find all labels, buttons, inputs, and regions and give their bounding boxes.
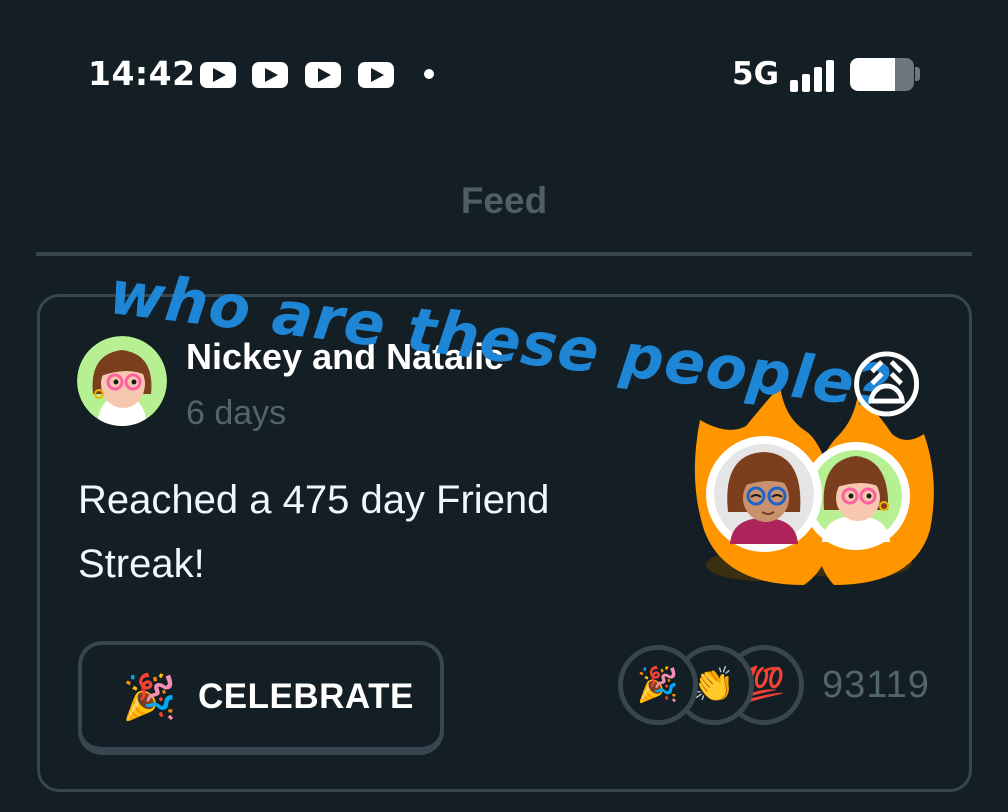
header-divider xyxy=(36,252,972,256)
post-text: Reached a 475 day Friend Streak! xyxy=(78,478,550,586)
page-title: Feed xyxy=(460,180,548,221)
party-popper-icon: 🎉 xyxy=(122,672,177,723)
post-time: 6 days xyxy=(186,394,287,432)
screen: 14:42 5G Feed Nickey and Natalie 6 days … xyxy=(0,0,1008,812)
reaction-count[interactable]: 93119 xyxy=(822,664,930,707)
avatar[interactable] xyxy=(77,336,167,426)
youtube-icon xyxy=(358,62,394,88)
status-time: 14:42 xyxy=(88,54,196,93)
youtube-icon xyxy=(305,62,341,88)
reaction-party-icon[interactable]: 🎉 xyxy=(618,645,698,725)
youtube-icon xyxy=(200,62,236,88)
celebrate-button[interactable]: 🎉 CELEBRATE xyxy=(78,641,444,755)
weary-face-icon: 😩 xyxy=(848,343,926,429)
more-notifications-dot-icon xyxy=(424,69,434,79)
network-type: 5G xyxy=(732,56,780,92)
celebrate-label: CELEBRATE xyxy=(198,677,414,716)
avatar-image xyxy=(77,336,167,426)
signal-icon xyxy=(790,60,836,92)
youtube-icon xyxy=(252,62,288,88)
battery-cap xyxy=(915,67,920,81)
battery-icon xyxy=(850,58,914,91)
battery-level xyxy=(850,58,895,91)
